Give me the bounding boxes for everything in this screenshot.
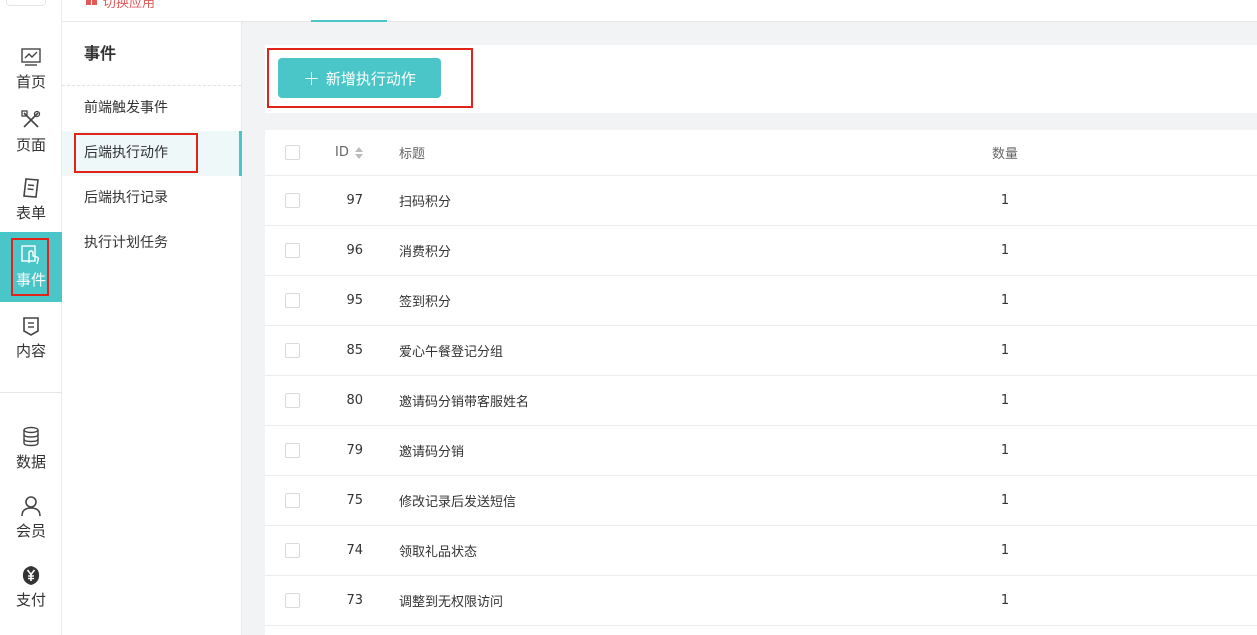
logo [6,0,46,6]
row-checkbox[interactable] [285,243,300,258]
table-row[interactable]: 80 邀请码分销带客服姓名 1 [265,376,1257,426]
row-id: 85 [346,343,363,358]
table-body: 97 扫码积分 1 96 消费积分 1 95 签到积分 1 85 爱心午餐登记分组 1 80 邀请码分销带… [265,176,1257,626]
rail-item-members[interactable]: 会员 [0,486,62,550]
design-tools-icon [20,109,42,131]
sub-menu: 事件 前端触发事件 后端执行动作 后端执行记录 执行计划任务 [62,22,242,635]
row-checkbox[interactable] [285,193,300,208]
row-title: 签到积分 [399,295,452,310]
database-icon [20,426,42,448]
table-row[interactable]: 75 修改记录后发送短信 1 [265,476,1257,526]
rail-item-home[interactable]: 首页 [0,40,62,98]
row-title: 邀请码分销带客服姓名 [399,395,530,410]
active-tab-indicator [311,20,387,22]
highlight-box [11,238,49,296]
row-title: 邀请码分销 [399,445,465,460]
row-checkbox[interactable] [285,343,300,358]
rail-item-label: 内容 [15,342,46,360]
row-id: 79 [346,443,363,458]
app-switch-link[interactable]: 切换应用 [86,0,155,11]
sub-menu-item-scheduled-tasks[interactable]: 执行计划任务 [62,221,241,266]
table-row[interactable]: 79 邀请码分销 1 [265,426,1257,476]
row-id: 74 [346,543,363,558]
rail-item-content[interactable]: 内容 [0,306,62,370]
row-qty: 1 [1000,193,1010,208]
rail-item-label: 页面 [15,136,46,154]
highlight-box [74,133,198,173]
sub-menu-item-label: 执行计划任务 [84,235,168,251]
qty-column-header: 数量 [991,147,1018,162]
sub-menu-title: 事件 [62,22,241,86]
document-icon [20,315,42,337]
row-qty: 1 [1000,243,1010,258]
row-checkbox[interactable] [285,593,300,608]
plus-icon: + [303,66,320,90]
table-row[interactable]: 97 扫码积分 1 [265,176,1257,226]
row-checkbox[interactable] [285,293,300,308]
id-header-label: ID [335,145,349,160]
table-header: ID 标题 数量 [265,130,1257,176]
row-checkbox[interactable] [285,543,300,558]
rail-divider [0,392,62,393]
row-qty: 1 [1000,293,1010,308]
rail-item-payment[interactable]: 支付 [0,555,62,619]
sub-menu-item-backend-actions[interactable]: 后端执行动作 [62,131,242,176]
rail-item-events[interactable]: 事件 [0,232,62,302]
main-nav-rail: 首页 页面 表单 事件 内容 数据 会员 支付 [0,0,62,635]
table-row[interactable]: 74 领取礼品状态 1 [265,526,1257,576]
rail-item-label: 首页 [15,73,46,91]
id-column-header[interactable]: ID [335,130,395,175]
select-all-checkbox[interactable] [285,145,300,160]
rail-item-forms[interactable]: 表单 [0,168,62,232]
sub-menu-item-label: 前端触发事件 [84,100,168,116]
sort-icon[interactable] [354,146,363,159]
rail-item-label: 会员 [15,522,46,540]
add-action-label: 新增执行动作 [325,69,416,88]
table-row[interactable]: 95 签到积分 1 [265,276,1257,326]
row-qty: 1 [1000,343,1010,358]
sub-menu-item-backend-logs[interactable]: 后端执行记录 [62,176,241,221]
sub-menu-item-label: 后端执行记录 [84,190,168,206]
rail-item-label: 表单 [15,204,46,222]
app-switch-label: 切换应用 [103,0,156,11]
grid-icon [86,0,98,9]
row-id: 75 [346,493,363,508]
row-id: 95 [346,293,363,308]
row-id: 96 [346,243,363,258]
row-title: 扫码积分 [399,195,452,210]
row-checkbox[interactable] [285,493,300,508]
top-bar: 切换应用 [62,0,1257,22]
row-id: 73 [346,593,363,608]
row-qty: 1 [1000,393,1010,408]
row-checkbox[interactable] [285,443,300,458]
row-id: 80 [346,393,363,408]
sub-menu-item-frontend-events[interactable]: 前端触发事件 [62,86,241,131]
yen-icon [20,564,42,586]
table-row[interactable]: 96 消费积分 1 [265,226,1257,276]
title-column-header: 标题 [399,147,426,162]
rail-item-label: 支付 [15,591,46,609]
row-title: 调整到无权限访问 [399,595,504,610]
row-title: 爱心午餐登记分组 [399,345,504,360]
row-qty: 1 [1000,493,1010,508]
toolbar: + 新增执行动作 [265,45,1257,113]
row-title: 消费积分 [399,245,452,260]
add-action-button[interactable]: + 新增执行动作 [278,58,441,98]
user-icon [20,495,42,517]
table-row[interactable]: 73 调整到无权限访问 1 [265,576,1257,626]
row-qty: 1 [1000,593,1010,608]
rail-item-pages[interactable]: 页面 [0,100,62,164]
row-title: 修改记录后发送短信 [399,495,517,510]
row-id: 97 [346,193,363,208]
row-checkbox[interactable] [285,393,300,408]
row-qty: 1 [1000,443,1010,458]
row-title: 领取礼品状态 [399,545,478,560]
row-qty: 1 [1000,543,1010,558]
actions-table: ID 标题 数量 97 扫码积分 1 96 消费积分 1 95 签到积分 1 85 爱心午餐登记分组… [265,130,1257,635]
table-row[interactable]: 85 爱心午餐登记分组 1 [265,326,1257,376]
rail-item-data[interactable]: 数据 [0,417,62,481]
rail-item-label: 数据 [15,453,46,471]
chart-icon [20,46,42,68]
form-icon [20,177,42,199]
